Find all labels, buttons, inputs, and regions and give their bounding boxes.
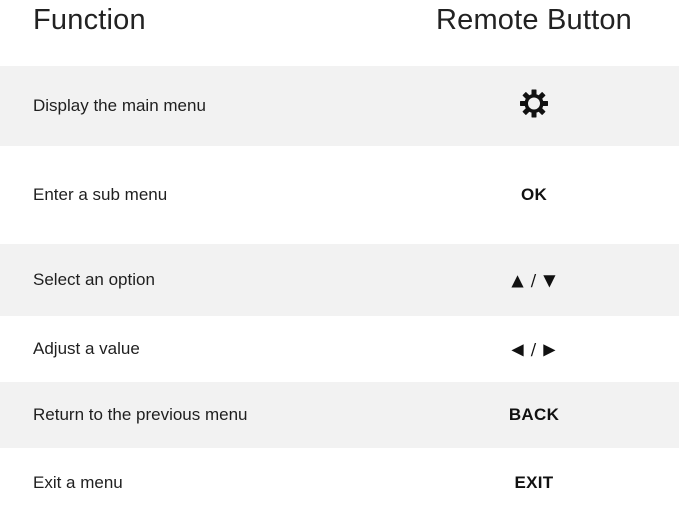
table-row: Enter a sub menu OK	[0, 146, 679, 244]
function-table: Display the main menu Enter a sub menu O…	[0, 66, 679, 518]
function-cell: Select an option	[33, 270, 155, 289]
table-header: Function Remote Button	[0, 0, 679, 62]
left-right-arrows-icon: ◀ / ▶	[511, 339, 557, 359]
table-row: Display the main menu	[0, 66, 679, 146]
function-cell: Enter a sub menu	[33, 185, 168, 204]
button-cell: EXIT	[514, 473, 554, 492]
function-cell: Display the main menu	[33, 96, 206, 115]
up-down-arrows-icon: ▲ / ▼	[511, 270, 557, 290]
gear-icon	[519, 89, 549, 124]
remote-button-column-header: Remote Button	[435, 4, 633, 36]
table-row: Adjust a value ◀ / ▶	[0, 316, 679, 382]
button-cell	[408, 89, 660, 124]
table-row: Exit a menu EXIT	[0, 448, 679, 518]
button-cell: BACK	[508, 405, 560, 424]
function-cell: Adjust a value	[33, 339, 140, 358]
function-column-header: Function	[33, 4, 146, 36]
button-cell: OK	[520, 185, 548, 204]
function-cell: Exit a menu	[33, 473, 123, 492]
table-row: Select an option ▲ / ▼	[0, 244, 679, 316]
function-cell: Return to the previous menu	[33, 405, 248, 424]
table-row: Return to the previous menu BACK	[0, 382, 679, 448]
